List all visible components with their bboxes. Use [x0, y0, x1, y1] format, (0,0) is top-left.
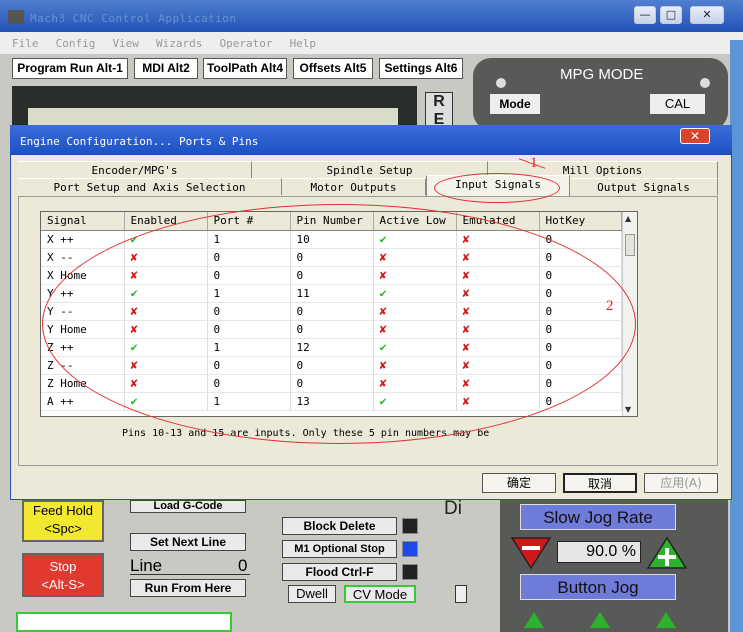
- flood-button[interactable]: Flood Ctrl-F: [282, 563, 397, 581]
- jog-arrows-icon[interactable]: [520, 608, 680, 632]
- jog-rate-number: 90.0: [586, 543, 618, 560]
- menu-help[interactable]: Help: [290, 37, 317, 50]
- mpg-mode-button[interactable]: Mode: [490, 94, 540, 114]
- scroll-thumb[interactable]: [625, 234, 635, 256]
- mpg-mode-title: MPG MODE: [560, 66, 644, 83]
- flood-led: [402, 564, 418, 580]
- side-button[interactable]: [455, 585, 467, 603]
- m1-led: [402, 541, 418, 557]
- tab-motor-outputs[interactable]: Motor Outputs: [282, 178, 426, 195]
- line-divider: [130, 574, 250, 575]
- dialog-title-bar: Engine Configuration... Ports & Pins: [10, 125, 732, 155]
- run-from-here-button[interactable]: Run From Here: [130, 579, 246, 597]
- col-signal[interactable]: Signal: [41, 212, 125, 231]
- jog-rate-value[interactable]: 90.0 %: [557, 541, 641, 563]
- mpg-cal-button[interactable]: CAL: [650, 94, 705, 114]
- m1-optional-stop-button[interactable]: M1 Optional Stop: [282, 540, 397, 558]
- dialog-close-button[interactable]: ✕: [680, 128, 710, 144]
- line-label: Line: [130, 556, 163, 575]
- tab-offsets[interactable]: Offsets Alt5: [293, 58, 373, 79]
- apply-button[interactable]: 应用(A): [644, 473, 718, 493]
- tab-settings[interactable]: Settings Alt6: [379, 58, 463, 79]
- gcode-line-field: [28, 108, 398, 126]
- menu-operator[interactable]: Operator: [219, 37, 272, 50]
- load-gcode-button[interactable]: Load G-Code: [130, 500, 246, 513]
- menu-wizards[interactable]: Wizards: [156, 37, 202, 50]
- jog-rate-unit: %: [621, 543, 636, 560]
- dro-label-fragment: Di: [444, 498, 462, 519]
- scroll-up-icon[interactable]: ▲: [625, 214, 631, 223]
- tab-toolpath[interactable]: ToolPath Alt4: [203, 58, 287, 79]
- jog-rate-increase-button[interactable]: [646, 536, 688, 570]
- annotation-label-1: 1: [530, 155, 538, 171]
- tab-output-signals[interactable]: Output Signals: [570, 178, 718, 195]
- dwell-button[interactable]: Dwell: [288, 585, 336, 603]
- app-title-bar: Mach3 CNC Control Application: [0, 0, 743, 32]
- set-next-line-button[interactable]: Set Next Line: [130, 533, 246, 551]
- minimize-button[interactable]: —: [634, 6, 656, 24]
- stop-button[interactable]: Stop <Alt-S>: [22, 553, 104, 597]
- annotation-ellipse-2: [42, 204, 636, 444]
- menu-file[interactable]: File: [12, 37, 39, 50]
- ok-button[interactable]: 确定: [482, 473, 556, 493]
- tab-encoder-mpg[interactable]: Encoder/MPG's: [18, 161, 252, 178]
- button-jog-label: Button Jog: [520, 574, 676, 600]
- block-delete-button[interactable]: Block Delete: [282, 517, 397, 535]
- status-bar-field: [16, 612, 232, 632]
- app-logo-icon: [8, 10, 24, 24]
- scroll-down-icon[interactable]: ▼: [625, 405, 631, 414]
- close-button[interactable]: ✕: [690, 6, 724, 24]
- app-title: Mach3 CNC Control Application: [30, 12, 237, 25]
- signal-cell[interactable]: X ++: [41, 230, 125, 249]
- tab-program-run[interactable]: Program Run Alt-1: [12, 58, 128, 79]
- menu-bar: File Config View Wizards Operator Help: [0, 32, 743, 54]
- dialog-title: Engine Configuration... Ports & Pins: [20, 135, 259, 148]
- maximize-button[interactable]: □: [660, 6, 682, 24]
- screw-icon: [496, 78, 506, 88]
- menu-view[interactable]: View: [112, 37, 139, 50]
- feed-hold-button[interactable]: Feed Hold <Spc>: [22, 500, 104, 542]
- slow-jog-rate-label: Slow Jog Rate: [520, 504, 676, 530]
- cancel-button[interactable]: 取消: [563, 473, 637, 493]
- tab-port-setup[interactable]: Port Setup and Axis Selection: [18, 178, 282, 195]
- col-hotkey[interactable]: HotKey: [539, 212, 622, 231]
- menu-config[interactable]: Config: [56, 37, 96, 50]
- annotation-label-2: 2: [606, 298, 614, 314]
- line-value[interactable]: 0: [238, 556, 247, 576]
- cv-mode-button[interactable]: CV Mode: [344, 585, 416, 603]
- jog-rate-decrease-button[interactable]: [510, 536, 552, 570]
- annotation-ellipse-1: [434, 173, 560, 203]
- tab-mdi[interactable]: MDI Alt2: [134, 58, 198, 79]
- screw-icon: [700, 78, 710, 88]
- block-delete-led: [402, 518, 418, 534]
